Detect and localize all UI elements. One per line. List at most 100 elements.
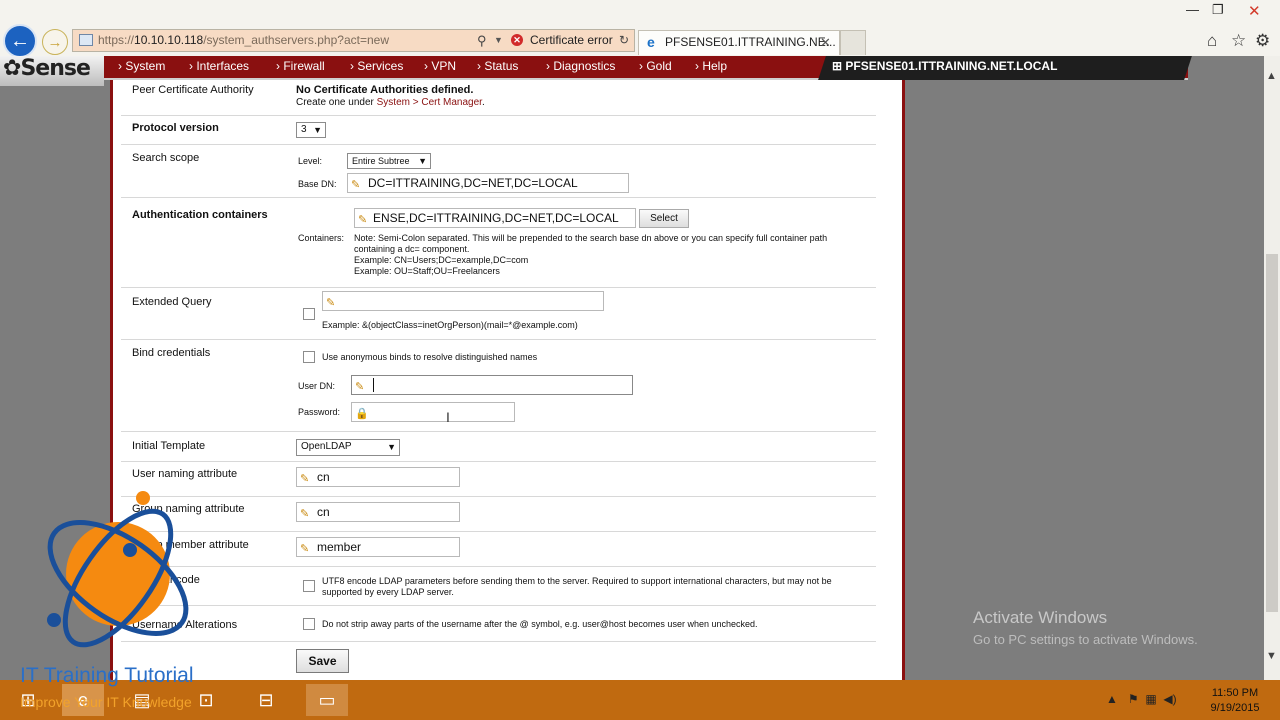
clock[interactable]: 11:50 PM 9/19/2015 bbox=[1200, 686, 1270, 716]
anonymous-bind-label: Use anonymous binds to resolve distingui… bbox=[322, 352, 538, 362]
speaker-icon[interactable]: ◀) bbox=[1163, 692, 1176, 706]
clock-time: 11:50 PM bbox=[1211, 687, 1259, 699]
pfsense-logo[interactable]: ✿Sense bbox=[0, 56, 104, 86]
user-naming-label: User naming attribute bbox=[132, 468, 238, 480]
pencil-icon: ✎ bbox=[300, 473, 310, 485]
hostname-label: ⊞ PFSENSE01.ITTRAINING.NET.LOCAL bbox=[832, 59, 1058, 73]
base-dn-input[interactable]: ✎ DC=ITTRAINING,DC=NET,DC=LOCAL bbox=[347, 173, 629, 193]
menu-firewall[interactable]: Firewall bbox=[276, 59, 324, 73]
minimize-icon[interactable]: — bbox=[1186, 2, 1199, 17]
menu-interfaces[interactable]: Interfaces bbox=[189, 59, 249, 73]
menu-status[interactable]: Status bbox=[477, 59, 518, 73]
password-input[interactable]: 🔒 bbox=[351, 402, 515, 422]
refresh-icon[interactable]: ↻ bbox=[619, 30, 629, 51]
certificate-error-label[interactable]: Certificate error bbox=[530, 30, 613, 51]
protocol-label: Protocol version bbox=[132, 122, 219, 134]
row-member-attribute: Group member attribute ✎ member bbox=[121, 532, 876, 567]
pencil-icon: ✎ bbox=[355, 381, 365, 393]
maximize-icon[interactable]: ❐ bbox=[1212, 2, 1224, 18]
protocol-select[interactable]: 3 ▼ bbox=[296, 122, 326, 138]
store-icon[interactable]: ⊡ bbox=[190, 684, 222, 716]
row-search-scope: Search scope Level: Entire Subtree ▼ Base… bbox=[121, 145, 876, 198]
menu-vpn[interactable]: VPN bbox=[424, 59, 456, 73]
url-text: https://10.10.10.118/system_authservers.… bbox=[98, 33, 389, 47]
atom-logo-icon bbox=[47, 491, 189, 648]
peer-ca-hint: Create one under System > Cert Manager. bbox=[296, 97, 485, 108]
scroll-up-icon[interactable]: ▲ bbox=[1266, 70, 1277, 82]
search-icon[interactable]: ⚲ bbox=[477, 30, 487, 51]
username-alterations-text: Do not strip away parts of the username … bbox=[322, 619, 758, 629]
bind-credentials-label: Bind credentials bbox=[132, 347, 211, 359]
user-dn-label: User DN: bbox=[298, 381, 336, 391]
network-icon[interactable]: ▦ bbox=[1145, 692, 1156, 706]
home-icon[interactable]: ⌂ bbox=[1207, 31, 1217, 51]
brand-title: IT Training Tutorial bbox=[20, 664, 194, 687]
tab-close-icon[interactable]: ✕ bbox=[820, 31, 831, 54]
menu-help[interactable]: Help bbox=[695, 59, 727, 73]
row-bind-credentials: Bind credentials Use anonymous binds to … bbox=[121, 340, 876, 432]
pencil-icon: ✎ bbox=[300, 543, 310, 555]
pencil-icon: ✎ bbox=[300, 508, 310, 520]
lock-icon: 🔒 bbox=[355, 408, 369, 420]
group-naming-input[interactable]: ✎ cn bbox=[296, 502, 460, 522]
row-protocol: Protocol version 3 ▼ bbox=[121, 116, 876, 145]
menu-services[interactable]: Services bbox=[350, 59, 403, 73]
containers-note-1: Note: Semi-Colon separated. This will be… bbox=[354, 233, 828, 243]
user-dn-input[interactable]: ✎ bbox=[351, 375, 633, 395]
row-auth-containers: Authentication containers Containers: ✎ E… bbox=[121, 198, 876, 288]
member-attribute-input[interactable]: ✎ member bbox=[296, 537, 460, 557]
search-scope-label: Search scope bbox=[132, 152, 200, 164]
menu-diagnostics[interactable]: Diagnostics bbox=[546, 59, 615, 73]
command-prompt-icon[interactable]: ▭ bbox=[306, 684, 348, 716]
username-alterations-checkbox[interactable] bbox=[303, 618, 315, 630]
anonymous-bind-checkbox[interactable] bbox=[303, 351, 315, 363]
user-naming-input[interactable]: ✎ cn bbox=[296, 467, 460, 487]
forward-button[interactable]: → bbox=[42, 29, 68, 55]
system-tray[interactable]: ▲ ⚑ ▦ ◀) bbox=[1106, 692, 1177, 706]
activate-windows-subtitle: Go to PC settings to activate Windows. bbox=[973, 632, 1198, 647]
chevron-up-icon[interactable]: ▲ bbox=[1106, 692, 1118, 706]
arrow-left-icon: ← bbox=[10, 29, 30, 52]
gear-icon[interactable]: ⚙ bbox=[1255, 31, 1270, 51]
star-icon[interactable]: ☆ bbox=[1231, 31, 1246, 51]
initial-template-select[interactable]: OpenLDAP ▼ bbox=[296, 439, 400, 456]
pencil-icon: ✎ bbox=[351, 179, 361, 191]
chevron-down-icon: ▼ bbox=[387, 442, 396, 452]
pfsense-menu-bar: System Interfaces Firewall Services VPN … bbox=[0, 56, 1192, 80]
containers-input[interactable]: ✎ ENSE,DC=ITTRAINING,DC=NET,DC=LOCAL bbox=[354, 208, 636, 228]
address-bar[interactable]: https://10.10.10.118/system_authservers.… bbox=[72, 29, 635, 52]
scrollbar-thumb[interactable] bbox=[1266, 254, 1278, 612]
extended-query-input[interactable]: ✎ bbox=[322, 291, 604, 311]
new-tab-button[interactable] bbox=[840, 30, 866, 55]
network-connections-icon[interactable]: ⊟ bbox=[250, 684, 282, 716]
extended-query-checkbox[interactable] bbox=[303, 308, 315, 320]
vertical-scrollbar[interactable]: ▲ ▼ bbox=[1264, 56, 1280, 680]
peer-ca-value: No Certificate Authorities defined. bbox=[296, 84, 474, 96]
base-dn-label: Base DN: bbox=[298, 179, 337, 189]
menu-gold[interactable]: Gold bbox=[639, 59, 671, 73]
row-peer-ca: Peer Certificate Authority No Certificat… bbox=[121, 80, 876, 116]
activate-windows-title: Activate Windows bbox=[973, 608, 1108, 627]
chevron-down-icon: ▼ bbox=[418, 156, 427, 166]
settings-panel: Peer Certificate Authority No Certificat… bbox=[110, 80, 905, 680]
back-button[interactable]: ← bbox=[3, 24, 37, 58]
cert-manager-link[interactable]: System > Cert Manager bbox=[377, 97, 482, 108]
select-containers-button[interactable]: Select bbox=[639, 209, 689, 228]
row-group-naming: Group naming attribute ✎ cn bbox=[121, 497, 876, 532]
scroll-down-icon[interactable]: ▼ bbox=[1266, 650, 1277, 662]
certificate-error-icon[interactable]: ✕ bbox=[511, 34, 523, 46]
network-icon: ⊞ bbox=[832, 59, 846, 73]
chevron-down-icon[interactable]: ▼ bbox=[494, 30, 503, 51]
logo-mark-icon: ✿ bbox=[3, 56, 21, 81]
pencil-icon: ✎ bbox=[326, 297, 336, 309]
browser-tab[interactable]: e PFSENSE01.ITTRAINING.NE... ✕ bbox=[638, 30, 840, 55]
close-icon[interactable]: ✕ bbox=[1248, 2, 1261, 20]
utf8-encode-checkbox[interactable] bbox=[303, 580, 315, 592]
save-button[interactable]: Save bbox=[296, 649, 349, 673]
row-initial-template: Initial Template OpenLDAP ▼ bbox=[121, 432, 876, 462]
menu-system[interactable]: System bbox=[118, 59, 165, 73]
row-extended-query: Extended Query ✎ Example: &(objectClass=… bbox=[121, 288, 876, 340]
scope-level-select[interactable]: Entire Subtree ▼ bbox=[347, 153, 431, 169]
flag-icon[interactable]: ⚑ bbox=[1128, 692, 1139, 706]
pencil-icon: ✎ bbox=[358, 214, 368, 226]
